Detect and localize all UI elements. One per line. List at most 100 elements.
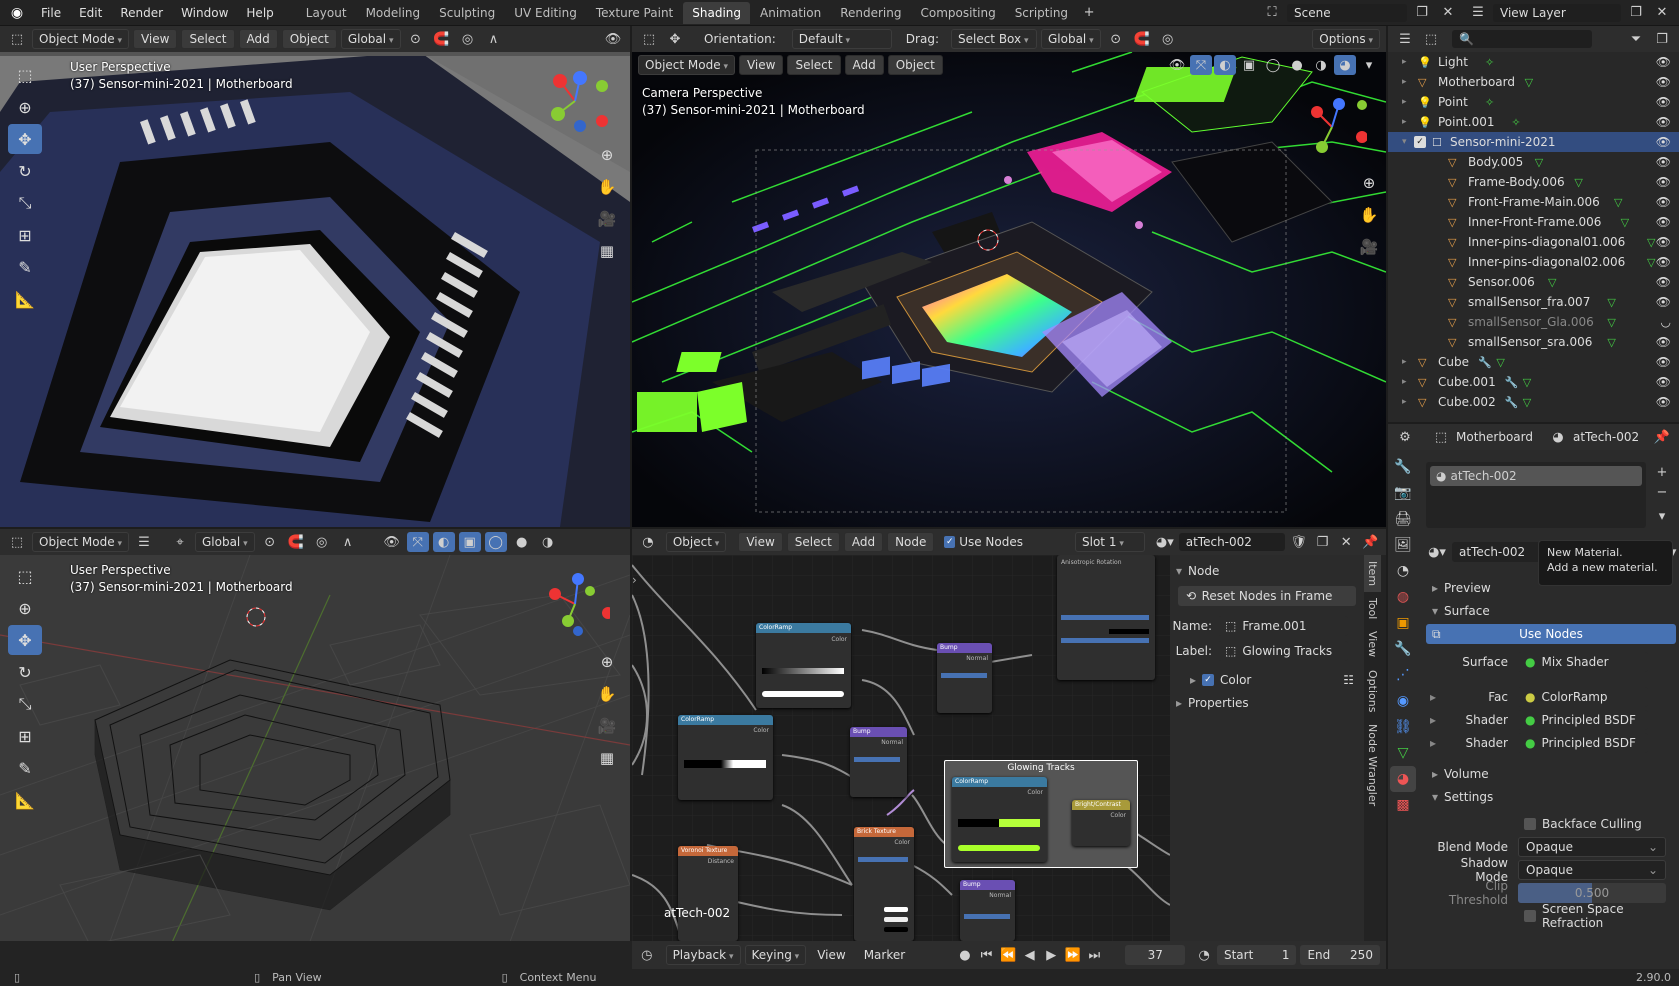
- editor-type-icon[interactable]: ◷: [638, 945, 656, 965]
- node-color-row[interactable]: ▸ ✓ Color ☷: [1170, 668, 1364, 691]
- tab-compositing[interactable]: Compositing: [911, 2, 1004, 24]
- menu-object[interactable]: Object: [887, 55, 943, 75]
- clip-threshold-slider[interactable]: 0.500: [1518, 882, 1666, 903]
- data-tab-icon[interactable]: ▽: [1390, 740, 1416, 766]
- physics-tab-icon[interactable]: ◉: [1390, 688, 1416, 714]
- gizmo-toggle-icon[interactable]: ⤧: [406, 532, 429, 552]
- menu-select[interactable]: Select: [181, 29, 235, 49]
- move-tool-icon[interactable]: ✥: [664, 29, 686, 49]
- bump-node-1[interactable]: Bump Normal: [937, 643, 992, 713]
- tab-scripting[interactable]: Scripting: [1006, 2, 1077, 24]
- viewport1[interactable]: ⬚ ⊕ ✥ ↻ ⤡ ⊞ ✎ 📐 User Perspective (37) Se…: [0, 52, 630, 527]
- eye-icon[interactable]: 👁: [1656, 395, 1671, 409]
- nav-gizmo-icon[interactable]: [540, 569, 610, 639]
- snap-icon[interactable]: 🧲: [431, 29, 453, 49]
- eye-icon[interactable]: 👁: [1656, 55, 1671, 69]
- viewport2[interactable]: Object Mode View Select Add Object 👁 ⤧ ◐…: [632, 52, 1386, 527]
- eye-icon[interactable]: 👁: [1656, 115, 1671, 129]
- shader2-field[interactable]: ● Principled BSDF: [1518, 732, 1648, 753]
- new-collection-icon[interactable]: ❐: [1651, 29, 1673, 49]
- constraints-tab-icon[interactable]: ⛓: [1390, 714, 1416, 740]
- pin-icon[interactable]: 📌: [1651, 427, 1673, 447]
- expand-arrow-icon[interactable]: ▸: [1402, 357, 1407, 367]
- material-shading-icon[interactable]: ◑: [537, 532, 559, 552]
- editor-type-icon[interactable]: ⚙: [1394, 427, 1416, 447]
- outliner-item[interactable]: ▽ smallSensor_Gla.006 ▽ ◡: [1388, 312, 1679, 332]
- menu-view[interactable]: View: [810, 946, 852, 964]
- prev-keyframe-icon[interactable]: ⏪: [999, 945, 1017, 965]
- fac-field[interactable]: ● ColorRamp: [1518, 686, 1648, 707]
- outliner-item[interactable]: ▽ Inner-pins-diagonal02.006 ▽ 👁: [1388, 252, 1679, 272]
- menu-collapsed-icon[interactable]: ☰: [133, 532, 155, 552]
- eye-icon[interactable]: 👁: [1656, 155, 1671, 169]
- add-workspace-icon[interactable]: +: [1078, 3, 1100, 23]
- scene-field[interactable]: Scene: [1287, 3, 1407, 22]
- mode-dropdown[interactable]: Object Mode: [32, 532, 129, 552]
- playback-menu[interactable]: Playback: [665, 945, 741, 965]
- rendered-shading-icon[interactable]: ◕: [1334, 55, 1356, 75]
- expand-arrow-icon[interactable]: ▸: [1402, 57, 1407, 67]
- measure-icon[interactable]: 📐: [8, 284, 42, 314]
- list-icon[interactable]: ☷: [1343, 673, 1354, 687]
- options-dropdown[interactable]: Options: [1312, 29, 1380, 49]
- pin-icon[interactable]: 📌: [1360, 532, 1380, 552]
- expand-arrow-icon[interactable]: ▸: [1402, 97, 1407, 107]
- transform-icon[interactable]: ⊞: [8, 721, 42, 751]
- snap-icon[interactable]: 🧲: [285, 532, 307, 552]
- measure-icon[interactable]: 📐: [8, 785, 42, 815]
- solid-shading-icon[interactable]: ●: [1286, 55, 1308, 75]
- particles-tab-icon[interactable]: ⋰: [1390, 662, 1416, 688]
- fake-user-icon[interactable]: 🛡: [1289, 532, 1309, 552]
- surface-shader-field[interactable]: ● Mix Shader: [1518, 651, 1648, 672]
- eye-icon[interactable]: 👁: [1656, 295, 1671, 309]
- hidden-icon[interactable]: ◡: [1661, 315, 1671, 329]
- menu-help[interactable]: Help: [237, 6, 282, 20]
- expand-arrow-icon[interactable]: ▸: [1402, 77, 1407, 87]
- menu-window[interactable]: Window: [172, 6, 237, 20]
- zoom-icon[interactable]: ⊕: [1356, 170, 1382, 196]
- view-layer-tab-icon[interactable]: 🖼: [1390, 532, 1416, 558]
- properties-section-header[interactable]: ▸ Properties: [1170, 691, 1364, 714]
- tab-texture-paint[interactable]: Texture Paint: [587, 2, 682, 24]
- tab-rendering[interactable]: Rendering: [831, 2, 910, 24]
- collection-checkbox[interactable]: ✓: [1414, 136, 1426, 148]
- outliner-item[interactable]: ▽ smallSensor_fra.007 ▽ 👁: [1388, 292, 1679, 312]
- new-scene-icon[interactable]: ❐: [1411, 3, 1433, 23]
- sidebar-tab-item[interactable]: Item: [1364, 555, 1381, 593]
- zoom-icon[interactable]: ⊕: [594, 142, 620, 168]
- select-box-icon[interactable]: ⬚: [8, 60, 42, 90]
- annotate-icon[interactable]: ✎: [8, 252, 42, 282]
- use-nodes-checkbox[interactable]: ✓: [944, 536, 956, 548]
- node-name-field[interactable]: ⬚ Frame.001: [1218, 615, 1348, 636]
- end-frame-field[interactable]: End 250: [1300, 945, 1380, 965]
- menu-add[interactable]: Add: [238, 29, 278, 49]
- orientation-dropdown[interactable]: Default: [791, 29, 892, 49]
- play-reverse-icon[interactable]: ◀: [1021, 945, 1039, 965]
- outliner-item[interactable]: ▸ ▽ Cube.002 🔧 ▽ 👁: [1388, 392, 1679, 412]
- camera-icon[interactable]: 🎥: [594, 713, 620, 739]
- orientation-dropdown[interactable]: Global: [340, 29, 401, 49]
- outliner-item[interactable]: ▸ ▽ Cube 🔧 ▽ 👁: [1388, 352, 1679, 372]
- mode-dropdown[interactable]: Object Mode: [638, 55, 735, 75]
- surface-panel[interactable]: ▾ Surface: [1426, 599, 1676, 622]
- menu-view[interactable]: View: [738, 55, 784, 75]
- backface-checkbox[interactable]: [1524, 817, 1536, 830]
- menu-file[interactable]: File: [32, 6, 70, 20]
- current-frame-field[interactable]: 37: [1125, 945, 1186, 965]
- gizmo-toggle-icon[interactable]: ⤧: [1190, 55, 1212, 75]
- eye-icon[interactable]: 👁: [1656, 135, 1671, 149]
- next-keyframe-icon[interactable]: ⏩: [1064, 945, 1082, 965]
- shadow-mode-dropdown[interactable]: Opaque ⌄: [1518, 859, 1666, 880]
- select-box-icon[interactable]: ⬚: [8, 561, 42, 591]
- principled-bsdf-node[interactable]: Anisotropic Rotation: [1057, 555, 1155, 680]
- voronoi-texture-node[interactable]: Voronoi Texture Distance: [678, 846, 738, 941]
- grid-icon[interactable]: ▦: [594, 745, 620, 771]
- editor-type-icon[interactable]: ⬚: [6, 532, 28, 552]
- filter-icon[interactable]: ⏷: [1625, 29, 1647, 49]
- colorramp-node-3[interactable]: ColorRamp Color: [952, 777, 1047, 862]
- colorramp-node-2[interactable]: ColorRamp Color: [678, 715, 773, 800]
- outliner-item[interactable]: ▽ smallSensor_sra.006 ▽ 👁: [1388, 332, 1679, 352]
- menu-add[interactable]: Add: [843, 532, 884, 552]
- pivot-icon[interactable]: ⊙: [405, 29, 427, 49]
- visibility-icon[interactable]: 👁: [602, 29, 624, 49]
